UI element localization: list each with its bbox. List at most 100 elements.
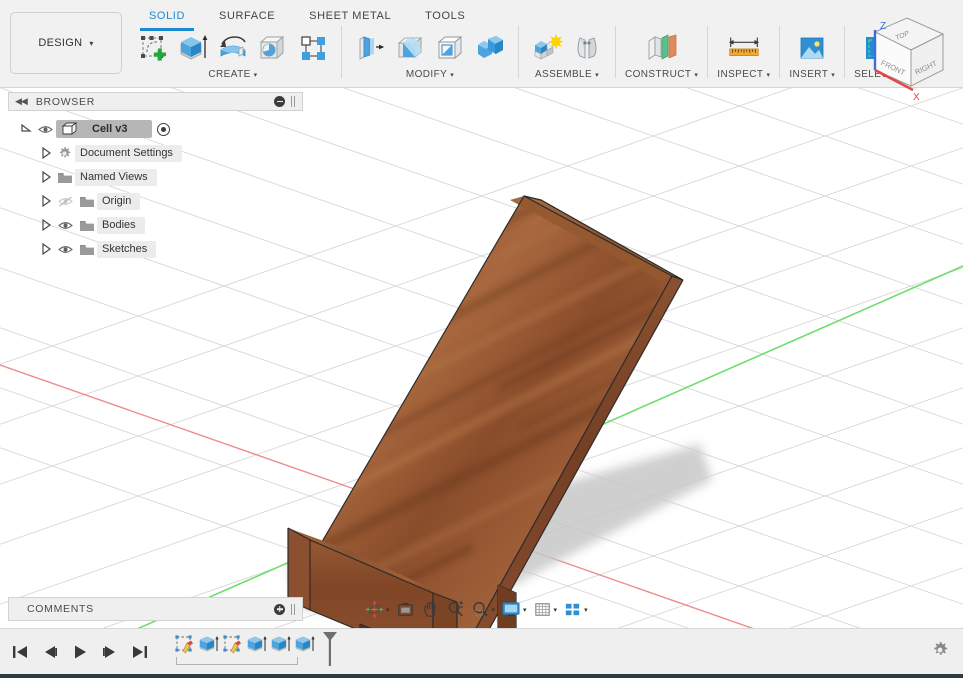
rectangular-pattern-icon[interactable]	[294, 28, 332, 68]
browser-header: ◀◀ BROWSER	[8, 92, 303, 111]
visibility-eye-icon[interactable]	[54, 217, 76, 233]
ribbon-toolbar: DESIGN ▾ SOLID SURFACE SHEET METAL TOOLS	[0, 0, 963, 88]
offset-plane-icon[interactable]	[643, 28, 681, 68]
tree-item-label: Cell v3	[80, 122, 150, 136]
orbit-icon[interactable]: ▾	[362, 598, 393, 622]
folder-icon	[54, 169, 75, 185]
chevron-down-icon: ▾	[523, 606, 527, 614]
viewport-layout-icon[interactable]: ▾	[560, 598, 591, 622]
step-forward-icon[interactable]	[98, 640, 121, 663]
tree-item-label: Origin	[97, 192, 141, 210]
ribbon-group-assemble-label[interactable]: ASSEMBLE ▾	[535, 69, 599, 80]
go-to-beginning-icon[interactable]	[8, 640, 31, 663]
revolve-icon[interactable]	[214, 28, 252, 68]
folder-icon	[76, 217, 97, 233]
extrude-icon[interactable]	[174, 28, 212, 68]
tree-item-document-settings[interactable]: Document Settings	[8, 141, 303, 165]
browser-panel: ◀◀ BROWSER Cell v3 Document Settings Nam…	[8, 92, 303, 261]
measure-icon[interactable]	[725, 28, 763, 68]
tab-surface[interactable]: SURFACE	[202, 6, 292, 26]
tree-item-bodies[interactable]: Bodies	[8, 213, 303, 237]
timeline-end-marker[interactable]	[321, 631, 339, 671]
chevron-down-icon: ▾	[89, 38, 94, 48]
tree-item-named-views[interactable]: Named Views	[8, 165, 303, 189]
expand-triangle-icon[interactable]	[38, 145, 54, 161]
circle-minus-icon[interactable]	[274, 96, 285, 107]
expand-triangle-icon[interactable]	[38, 169, 54, 185]
shell-icon[interactable]	[431, 28, 469, 68]
circle-plus-icon[interactable]	[274, 603, 285, 615]
play-icon[interactable]	[68, 640, 91, 663]
joint-icon[interactable]	[568, 28, 606, 68]
panel-resize-grip[interactable]	[291, 96, 296, 107]
double-chevron-left-icon[interactable]: ◀◀	[15, 96, 28, 107]
pan-icon[interactable]	[418, 598, 443, 622]
folder-icon	[76, 241, 97, 257]
display-settings-icon[interactable]: ▾	[498, 598, 530, 622]
ribbon-groups: CREATE ▾ MODIFY ▾ ASSEMBLE ▾ CONSTRUCT ▾…	[130, 26, 963, 86]
chevron-down-icon: ▾	[694, 72, 699, 79]
ribbon-group-construct-label[interactable]: CONSTRUCT ▾	[625, 69, 698, 80]
ribbon-group-insert-label[interactable]: INSERT ▾	[789, 69, 835, 80]
tab-tools[interactable]: TOOLS	[408, 6, 482, 26]
timeline-feature-extrude[interactable]	[269, 632, 293, 658]
component-icon	[59, 121, 80, 137]
timeline-feature-sketch[interactable]	[221, 632, 245, 658]
tab-solid-label: SOLID	[149, 10, 186, 22]
activate-component-radio[interactable]	[157, 122, 171, 136]
ribbon-group-create-label[interactable]: CREATE ▾	[208, 69, 257, 80]
gear-icon[interactable]	[931, 641, 949, 664]
viewcube-z-label: Z	[880, 21, 886, 32]
combine-icon[interactable]	[471, 28, 509, 68]
new-component-icon[interactable]	[528, 28, 566, 68]
chevron-down-icon: ▾	[584, 606, 588, 614]
zoom-window-icon[interactable]: ▾	[468, 598, 499, 622]
tree-item-sketches[interactable]: Sketches	[8, 237, 303, 261]
timeline-feature-extrude[interactable]	[245, 632, 269, 658]
timeline-playback-controls	[0, 640, 151, 663]
expand-triangle-icon[interactable]	[38, 217, 54, 233]
visibility-eye-hidden-icon[interactable]	[54, 193, 76, 209]
tab-tools-label: TOOLS	[425, 10, 466, 22]
comments-panel[interactable]: COMMENTS	[8, 597, 303, 621]
tree-root-chip[interactable]: Cell v3	[56, 120, 153, 138]
press-pull-icon[interactable]	[351, 28, 389, 68]
visibility-eye-icon[interactable]	[34, 121, 56, 137]
insert-image-icon[interactable]	[793, 28, 831, 68]
workspace-switcher-button[interactable]: DESIGN ▾	[10, 12, 122, 74]
chevron-down-icon: ▾	[253, 72, 258, 79]
fillet-icon[interactable]	[391, 28, 429, 68]
look-at-icon[interactable]	[393, 598, 418, 622]
chevron-down-icon: ▾	[491, 606, 496, 614]
tab-sheet-metal[interactable]: SHEET METAL	[292, 6, 408, 26]
go-to-end-icon[interactable]	[128, 640, 151, 663]
expand-triangle-icon[interactable]	[38, 241, 54, 257]
timeline-feature-sketch[interactable]	[173, 632, 197, 658]
panel-resize-grip[interactable]	[291, 603, 296, 615]
chevron-down-icon: ▾	[553, 606, 558, 614]
timeline-feature-extrude[interactable]	[197, 632, 221, 658]
ribbon-group-assemble: ASSEMBLE ▾	[524, 26, 610, 80]
ribbon-group-inspect-label[interactable]: INSPECT ▾	[717, 69, 770, 80]
ribbon-group-construct: CONSTRUCT ▾	[621, 26, 702, 80]
visibility-eye-icon[interactable]	[54, 241, 76, 257]
workspace-switcher-label: DESIGN	[38, 37, 83, 49]
tab-solid[interactable]: SOLID	[132, 6, 202, 31]
zoom-icon[interactable]	[443, 598, 468, 622]
ribbon-separator	[779, 26, 781, 78]
view-cube[interactable]: TOP FRONT RIGHT Z X	[855, 4, 955, 104]
timeline-features	[173, 631, 339, 672]
expand-triangle-icon[interactable]	[38, 193, 54, 209]
hole-icon[interactable]	[254, 28, 292, 68]
browser-tree: Cell v3 Document Settings Named Views Or…	[8, 111, 303, 261]
ribbon-group-modify-label[interactable]: MODIFY ▾	[406, 69, 454, 80]
timeline-feature-extrude[interactable]	[293, 632, 317, 658]
chevron-down-icon: ▾	[386, 606, 390, 614]
step-back-icon[interactable]	[38, 640, 61, 663]
tree-item-origin[interactable]: Origin	[8, 189, 303, 213]
tree-item-cell-v3[interactable]: Cell v3	[8, 117, 303, 141]
expand-triangle-icon[interactable]	[18, 121, 34, 137]
create-sketch-icon[interactable]	[134, 28, 172, 68]
ribbon-separator	[341, 26, 342, 78]
grid-snap-icon[interactable]: ▾	[530, 598, 561, 622]
